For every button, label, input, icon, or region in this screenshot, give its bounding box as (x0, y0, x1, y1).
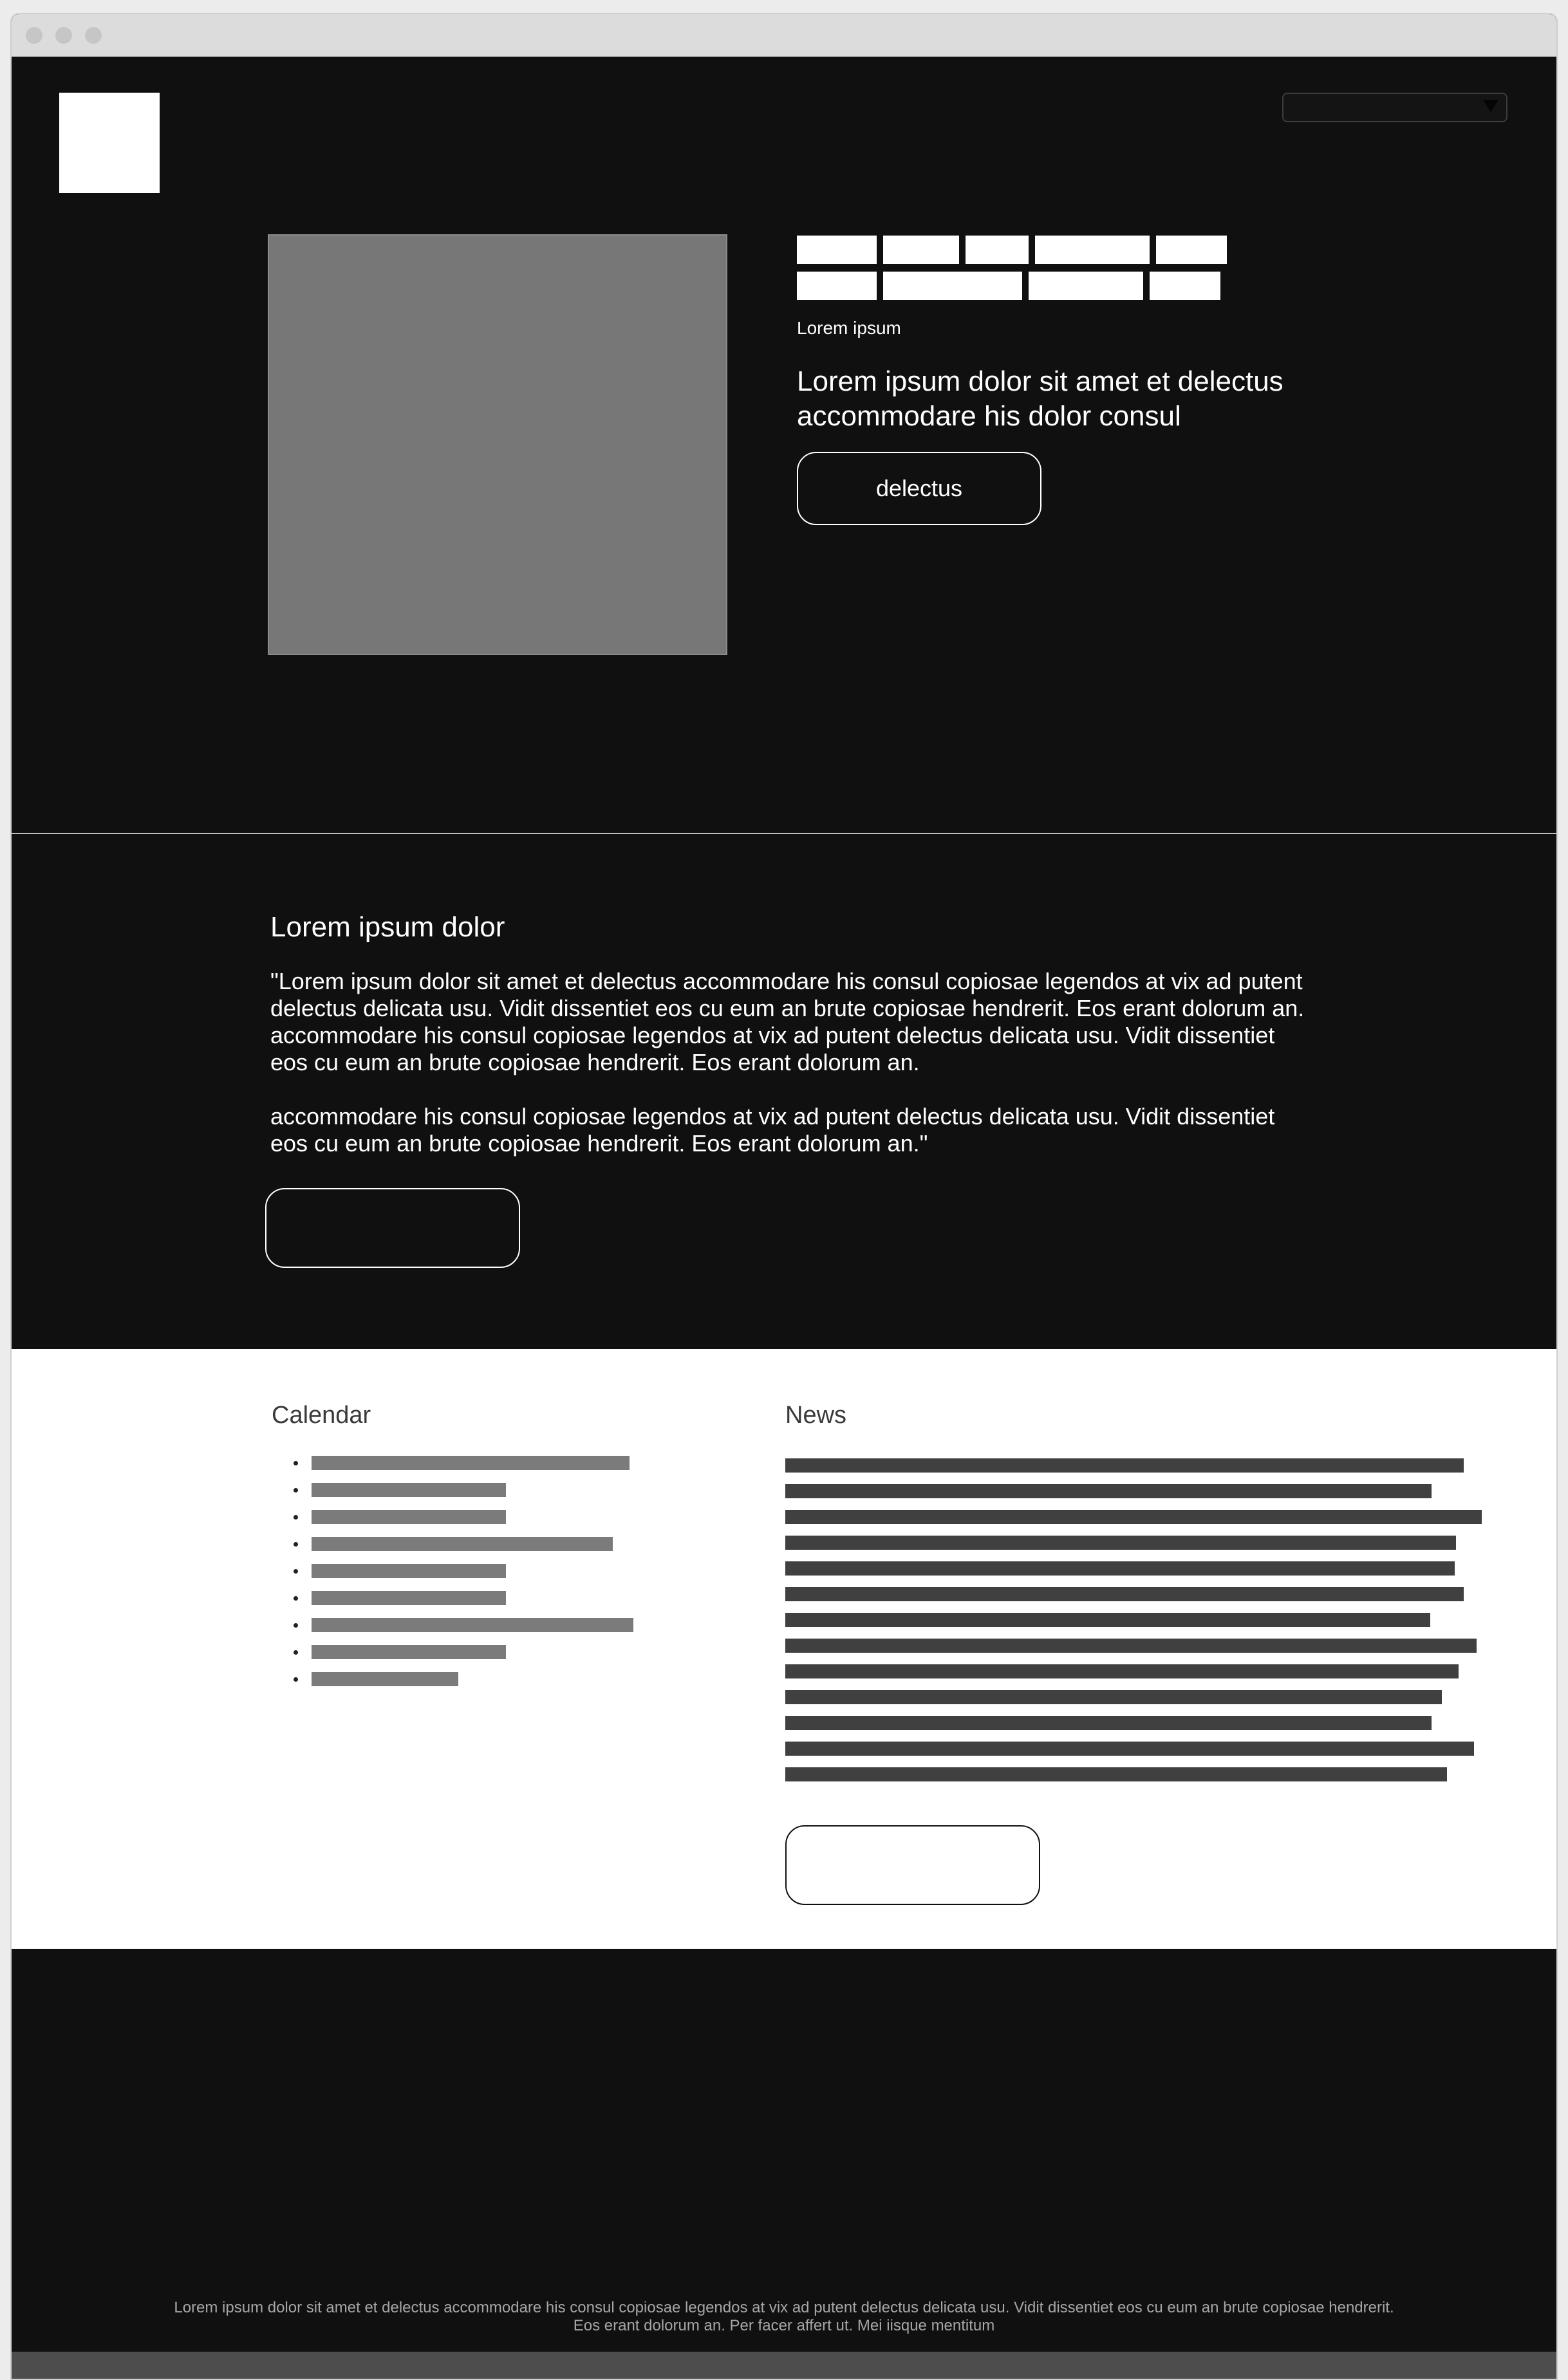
news-line[interactable] (785, 1561, 1455, 1576)
calendar-item[interactable] (312, 1456, 630, 1470)
news-more-button[interactable] (785, 1825, 1040, 1905)
list-bullet (294, 1542, 298, 1547)
news-title: News (785, 1402, 847, 1429)
news-line[interactable] (785, 1484, 1432, 1498)
footer-bottom-bar (12, 2352, 1556, 2379)
news-line[interactable] (785, 1536, 1456, 1550)
tag-placeholder[interactable] (797, 272, 877, 300)
calendar-item[interactable] (312, 1483, 506, 1497)
site-logo[interactable] (59, 93, 160, 193)
about-paragraph: accommodare his consul copiosae legendos… (270, 1103, 1275, 1157)
calendar-item[interactable] (312, 1645, 506, 1659)
hero-cta-button[interactable]: delectus (797, 452, 1041, 525)
calendar-item[interactable] (312, 1591, 506, 1605)
news-line[interactable] (785, 1664, 1459, 1678)
calendar-news-section: Calendar News (12, 1349, 1556, 1949)
footer: Lorem ipsum dolor sit amet et delectus a… (12, 1949, 1556, 2379)
list-bullet (294, 1650, 298, 1655)
tag-placeholder[interactable] (883, 236, 959, 264)
list-bullet (294, 1488, 298, 1492)
tag-placeholder[interactable] (1035, 236, 1150, 264)
list-bullet (294, 1596, 298, 1601)
news-line[interactable] (785, 1510, 1482, 1524)
calendar-item[interactable] (312, 1564, 506, 1578)
window-close-dot[interactable] (26, 27, 42, 44)
news-line[interactable] (785, 1716, 1432, 1730)
chevron-down-icon (1483, 100, 1498, 113)
tag-placeholder[interactable] (1150, 272, 1220, 300)
tag-placeholder[interactable] (1156, 236, 1227, 264)
hero-image-placeholder (268, 234, 727, 655)
list-bullet (294, 1515, 298, 1520)
tag-placeholder[interactable] (797, 236, 877, 264)
calendar-item[interactable] (312, 1510, 506, 1524)
about-section: Lorem ipsum dolor "Lorem ipsum dolor sit… (12, 835, 1556, 1349)
list-bullet (294, 1677, 298, 1682)
window-maximize-dot[interactable] (85, 27, 102, 44)
tag-placeholder[interactable] (966, 236, 1029, 264)
list-bullet (294, 1569, 298, 1574)
header-dropdown[interactable] (1282, 93, 1507, 122)
list-bullet (294, 1461, 298, 1465)
tag-placeholder[interactable] (1029, 272, 1143, 300)
news-line[interactable] (785, 1742, 1474, 1756)
hero-section: Lorem ipsum Lorem ipsum dolor sit amet e… (12, 57, 1556, 834)
news-line[interactable] (785, 1639, 1477, 1653)
news-line[interactable] (785, 1767, 1447, 1781)
tag-placeholder[interactable] (883, 272, 1022, 300)
hero-eyebrow: Lorem ipsum (797, 318, 901, 338)
news-line[interactable] (785, 1458, 1464, 1473)
news-line[interactable] (785, 1613, 1430, 1627)
list-bullet (294, 1623, 298, 1628)
browser-window: Lorem ipsum Lorem ipsum dolor sit amet e… (10, 13, 1558, 2380)
calendar-item[interactable] (312, 1537, 613, 1551)
calendar-title: Calendar (272, 1402, 371, 1429)
hero-headline: Lorem ipsum dolor sit amet et delectus a… (797, 366, 1283, 432)
news-line[interactable] (785, 1587, 1464, 1601)
calendar-item[interactable] (312, 1672, 458, 1686)
footer-line: Eos erant dolorum an. Per facer affert u… (573, 2317, 995, 2334)
about-button[interactable] (265, 1188, 520, 1268)
window-minimize-dot[interactable] (55, 27, 72, 44)
about-paragraph: "Lorem ipsum dolor sit amet et delectus … (270, 968, 1305, 1075)
news-line[interactable] (785, 1690, 1442, 1704)
about-title: Lorem ipsum dolor (270, 911, 505, 943)
footer-text: Lorem ipsum dolor sit amet et delectus a… (12, 2299, 1556, 2335)
footer-line: Lorem ipsum dolor sit amet et delectus a… (174, 2299, 1394, 2316)
calendar-item[interactable] (312, 1618, 633, 1632)
window-titlebar (12, 14, 1556, 57)
